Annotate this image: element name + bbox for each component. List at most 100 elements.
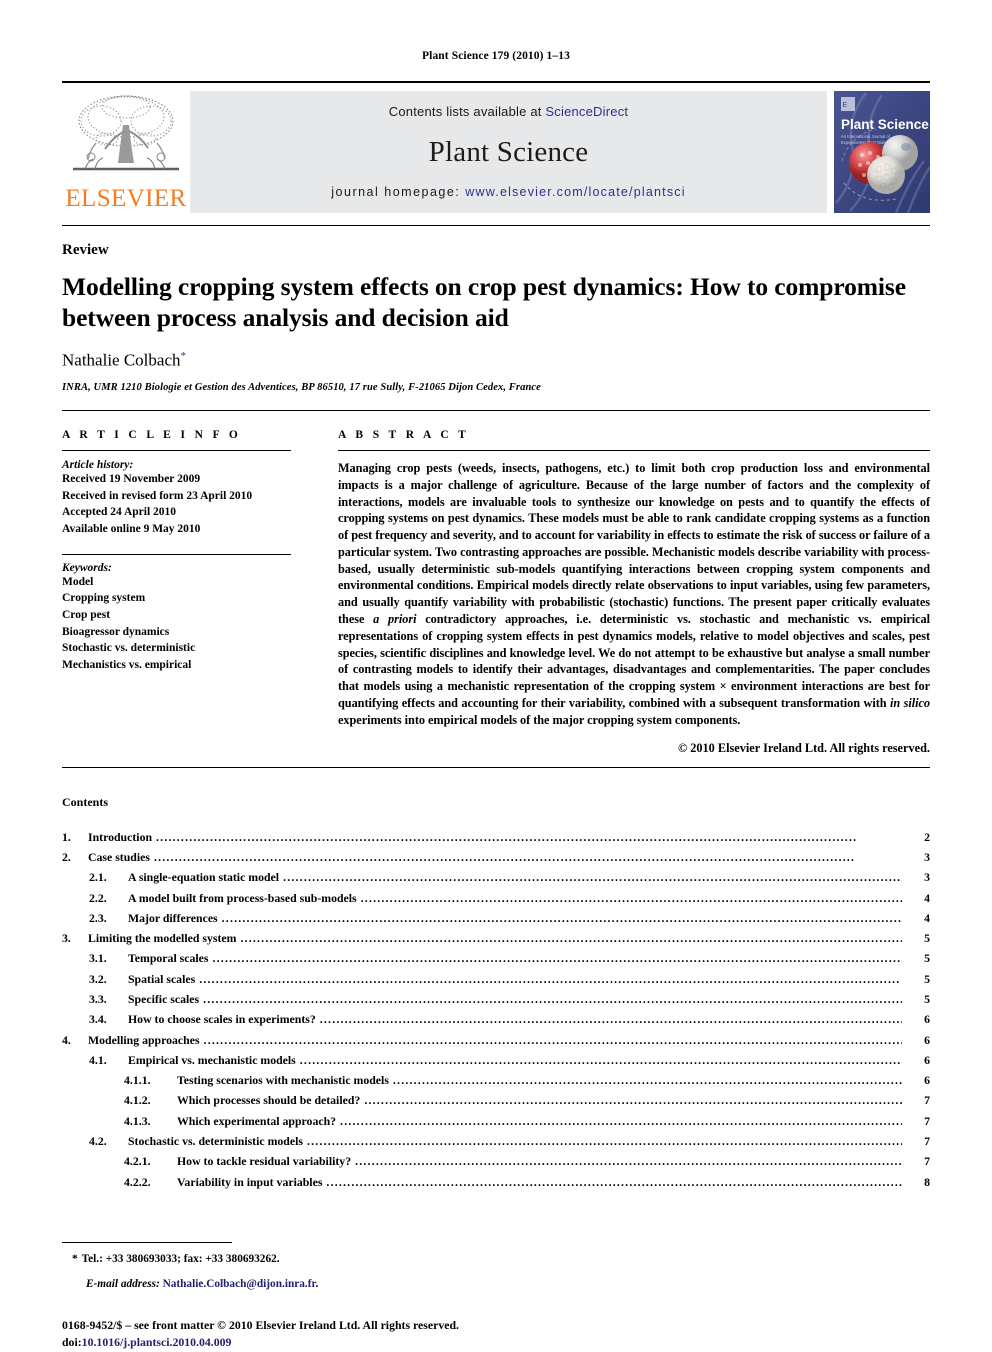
toc-label[interactable]: Specific scales [128, 989, 201, 1009]
toc-number: 4.1.1. [124, 1073, 151, 1088]
toc-label[interactable]: Variability in input variables [177, 1172, 324, 1192]
journal-header-band: ELSEVIER Contents lists available at Sci… [62, 91, 931, 214]
toc-number: 3.4. [89, 1012, 107, 1027]
toc-dot-leader: ........................................… [364, 1093, 902, 1108]
author-name: Nathalie Colbach [62, 350, 181, 370]
toc-label[interactable]: A single-equation static model [128, 867, 281, 887]
running-head: Plant Science 179 (2010) 1–13 [422, 50, 570, 62]
corresponding-author-marker: * [180, 350, 187, 363]
toc-page-number: 5 [924, 931, 930, 946]
doi-link[interactable]: 10.1016/j.plantsci.2010.04.009 [82, 1335, 232, 1349]
journal-header-center: Contents lists available at ScienceDirec… [190, 91, 827, 213]
toc-row[interactable]: 1. Introduction..........................… [62, 827, 930, 847]
toc-dot-leader: ........................................… [156, 829, 858, 844]
toc-row[interactable]: 3.2. Spatial scales......................… [62, 969, 930, 989]
toc-label[interactable]: How to choose scales in experiments? [128, 1009, 318, 1029]
toc-label[interactable]: Which processes should be detailed? [177, 1090, 362, 1110]
toc-label[interactable]: A model built from process-based sub-mod… [128, 888, 359, 908]
abstract-column: A B S T R A C T Managing crop pests (wee… [315, 429, 930, 756]
history-accepted: Accepted 24 April 2010 [62, 506, 177, 519]
toc-page-number: 7 [924, 1154, 930, 1169]
toc-dot-leader: ........................................… [199, 971, 901, 986]
toc-row[interactable]: 2.3. Major differences...................… [62, 908, 930, 928]
toc-label[interactable]: Stochastic vs. deterministic models [128, 1131, 305, 1151]
article-info-heading: A R T I C L E I N F O [62, 428, 242, 441]
issn-front-matter: 0168-9452/$ – see front matter © 2010 El… [62, 1317, 459, 1332]
toc-page-number: 7 [924, 1093, 930, 1108]
toc-number: 4. [62, 1032, 71, 1047]
abstract-text: Managing crop pests (weeds, insects, pat… [338, 460, 930, 729]
toc-row[interactable]: 4.1. Empirical vs. mechanistic models....… [62, 1050, 930, 1070]
corresponding-marker: * [72, 1252, 78, 1265]
toc-dot-leader: ........................................… [319, 1012, 902, 1027]
toc-label[interactable]: Which experimental approach? [177, 1111, 338, 1131]
toc-row[interactable]: 3.1. Temporal scales.....................… [62, 948, 930, 968]
toc-page-number: 6 [924, 1052, 930, 1067]
abstract-italic-1: a priori [373, 611, 417, 626]
journal-homepage-line: journal homepage: www.elsevier.com/locat… [331, 185, 685, 199]
toc-label[interactable]: Introduction [88, 827, 154, 847]
toc-dot-leader: ........................................… [360, 890, 902, 905]
abstract-copyright: © 2010 Elsevier Ireland Ltd. All rights … [677, 740, 930, 755]
toc-dot-leader: ........................................… [212, 951, 903, 966]
toc-dot-leader: ........................................… [326, 1174, 902, 1189]
title-top-rule [62, 225, 930, 226]
sciencedirect-link[interactable]: ScienceDirect [545, 104, 628, 119]
toc-dot-leader: ........................................… [299, 1052, 902, 1067]
footnote-rule [62, 1241, 232, 1243]
toc-row[interactable]: 4.2.2. Variability in input variables....… [62, 1172, 930, 1192]
toc-row[interactable]: 4.2.1. How to tackle residual variability… [62, 1151, 930, 1171]
toc-row[interactable]: 4. Modelling approaches..................… [62, 1030, 930, 1050]
toc-row[interactable]: 4.2. Stochastic vs. deterministic models.… [62, 1131, 930, 1151]
toc-label[interactable]: Spatial scales [128, 969, 197, 989]
toc-dot-leader: ........................................… [203, 992, 902, 1006]
toc-row[interactable]: 2.1. A single-equation static model......… [62, 867, 930, 887]
toc-page-number: 6 [924, 1012, 930, 1027]
toc-label[interactable]: How to tackle residual variability? [177, 1151, 353, 1171]
toc-label[interactable]: Testing scenarios with mechanistic model… [177, 1070, 391, 1090]
toc-row[interactable]: 3.4. How to choose scales in experiments?… [62, 1009, 930, 1029]
journal-homepage-link[interactable]: www.elsevier.com/locate/plantsci [465, 185, 685, 199]
info-abstract-columns: A R T I C L E I N F O Article history: R… [62, 429, 930, 756]
article-history-title: Article history: [62, 458, 134, 471]
toc-dot-leader: ........................................… [240, 931, 902, 946]
toc-number: 2.2. [89, 890, 107, 905]
history-online: Available online 9 May 2010 [62, 522, 201, 535]
toc-number: 3.3. [89, 992, 107, 1006]
toc-label[interactable]: Limiting the modelled system [88, 928, 238, 948]
toc-number: 2.1. [89, 870, 107, 885]
article-info-rule [62, 449, 291, 451]
toc-label[interactable]: Modelling approaches [88, 1030, 202, 1050]
toc-number: 4.1.2. [124, 1093, 151, 1108]
toc-number: 2.3. [89, 910, 107, 925]
article-history-block: Article history: Received 19 November 20… [62, 459, 291, 538]
toc-row[interactable]: 4.1.3. Which experimental approach?......… [62, 1111, 930, 1131]
journal-cover-image: E Plant Science An International Journal… [834, 91, 931, 214]
toc-row[interactable]: 4.1.1. Testing scenarios with mechanistic… [62, 1070, 930, 1090]
toc-label[interactable]: Temporal scales [128, 948, 211, 968]
toc-page-number: 7 [924, 1113, 930, 1128]
author-list: Nathalie Colbach* [62, 350, 930, 371]
toc-dot-leader: ........................................… [306, 1133, 902, 1148]
toc-row[interactable]: 2.2. A model built from process-based sub… [62, 888, 930, 908]
contents-available-text: Contents lists available at [388, 104, 546, 119]
imprint-block: 0168-9452/$ – see front matter © 2010 El… [62, 1317, 930, 1352]
svg-text:An International Journal of: An International Journal of [841, 134, 891, 139]
toc-row[interactable]: 2. Case studies..........................… [62, 847, 930, 867]
toc-label[interactable]: Major differences [128, 908, 220, 928]
article-info-column: A R T I C L E I N F O Article history: R… [62, 429, 315, 756]
doi-line: doi:10.1016/j.plantsci.2010.04.009 [62, 1334, 930, 1352]
abstract-part-1: Managing crop pests (weeds, insects, pat… [338, 460, 930, 626]
toc-page-number: 5 [924, 951, 930, 966]
elsevier-logo: ELSEVIER [62, 91, 190, 213]
toc-row[interactable]: 3.3. Specific scales.....................… [62, 989, 930, 1009]
toc-row[interactable]: 4.1.2. Which processes should be detailed… [62, 1090, 930, 1110]
header-top-rule [62, 81, 930, 83]
toc-label[interactable]: Case studies [88, 847, 152, 867]
abstract-part-2: contradictory approaches, i.e. determini… [338, 611, 930, 710]
toc-row[interactable]: 3. Limiting the modelled system..........… [62, 928, 930, 948]
toc-label[interactable]: Empirical vs. mechanistic models [128, 1050, 298, 1070]
toc-number: 4.2.1. [124, 1154, 151, 1169]
keywords-title: Keywords: [62, 561, 112, 574]
email-link[interactable]: Nathalie.Colbach@dijon.inra.fr [163, 1278, 316, 1290]
